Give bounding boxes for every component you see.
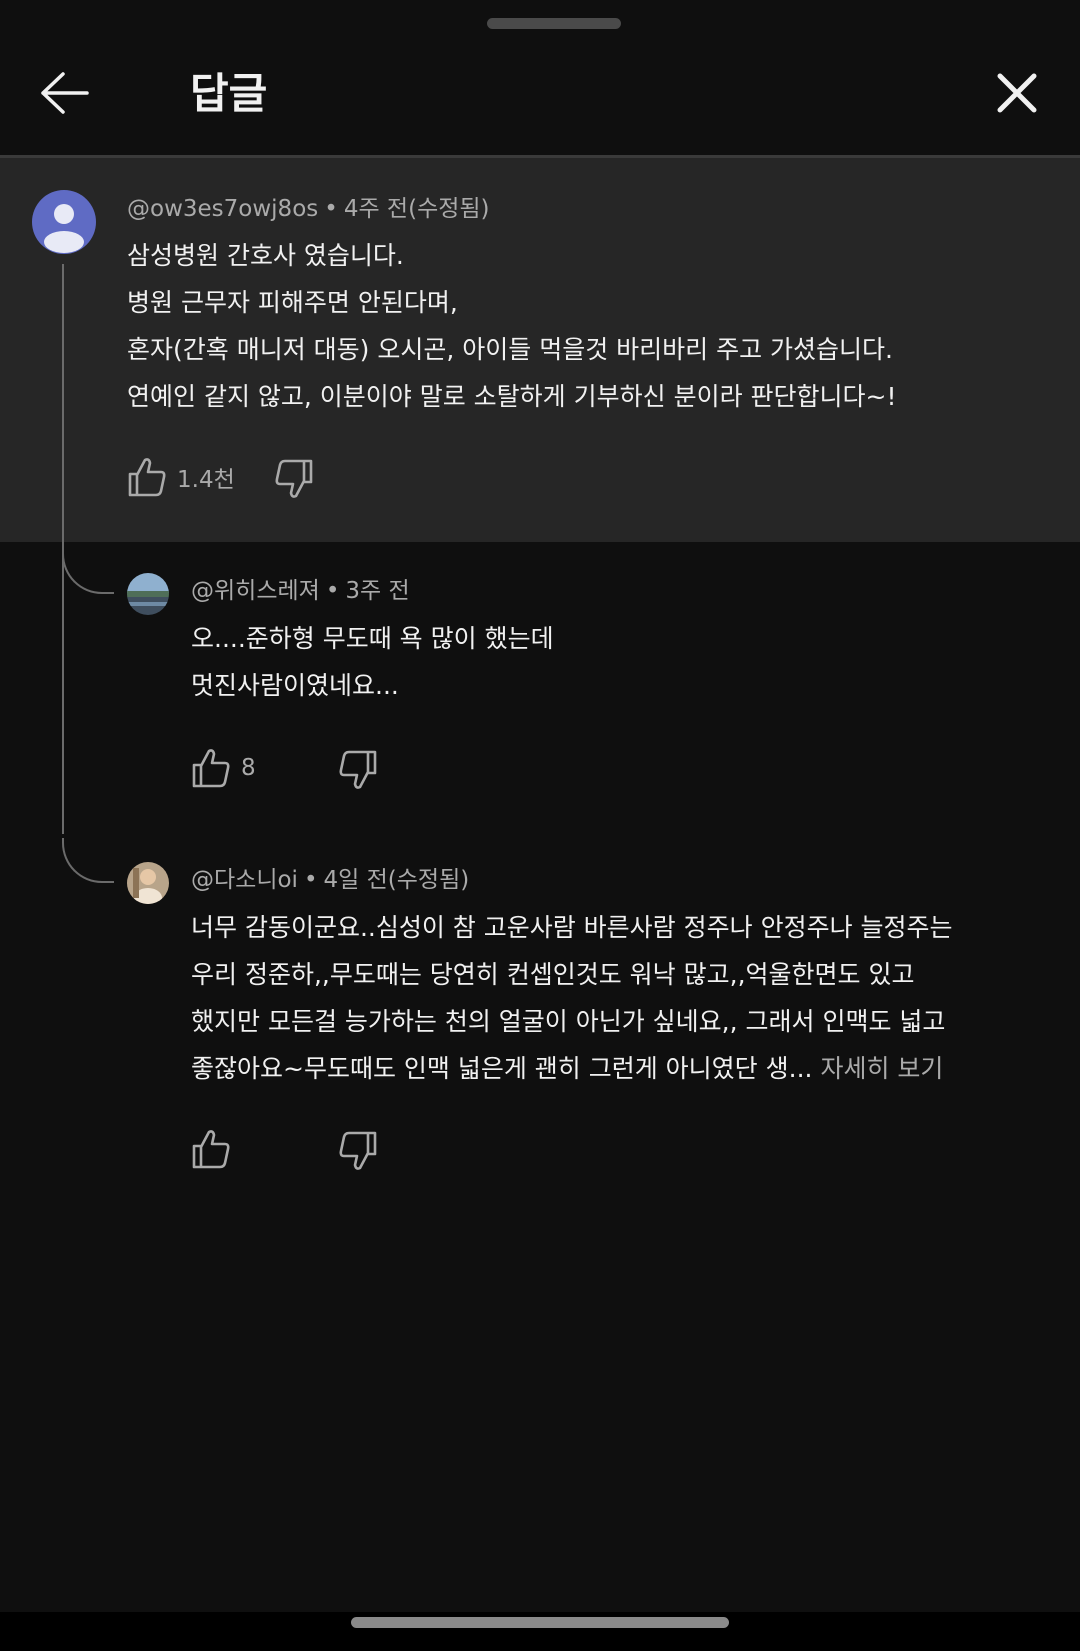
like-count: 8 <box>241 755 256 781</box>
author-handle[interactable]: @위히스레져 <box>191 578 320 604</box>
meta-separator: • <box>325 578 340 604</box>
thumbs-down-icon <box>339 1131 377 1170</box>
comment-meta: @ow3es7owj8os • 4주 전(수정됨) <box>127 194 490 224</box>
landscape-avatar-icon <box>127 573 169 615</box>
arrow-left-icon <box>41 72 89 114</box>
reply-line: 좋잖아요~무도때도 인맥 넓은게 괜히 그런게 아니였단 생... 자세히 보기 <box>191 1045 953 1092</box>
reply-meta: @다소니oi • 4일 전(수정됨) <box>191 865 469 895</box>
comment-line: 병원 근무자 피해주면 안된다며, <box>127 288 458 317</box>
meta-separator: • <box>324 196 338 222</box>
reply-body: 오....준하형 무도때 욕 많이 했는데 멋진사람이였네요... <box>191 615 554 709</box>
reply-line: 멋진사람이였네요... <box>191 671 399 700</box>
reply-time[interactable]: 3주 전 <box>345 578 409 604</box>
thumbs-down-icon <box>339 750 377 789</box>
avatar[interactable] <box>32 190 96 254</box>
avatar[interactable] <box>127 573 169 615</box>
dislike-button[interactable] <box>338 749 378 791</box>
page-title: 답글 <box>190 69 268 118</box>
replies-sheet: 답글 @ow3es7owj8os • 4주 전(수정됨) 삼성병원 간호사 였습니다… <box>0 0 1080 1612</box>
like-count: 1.4천 <box>177 467 235 493</box>
parent-comment: @ow3es7owj8os • 4주 전(수정됨) 삼성병원 간호사 였습니다. 병… <box>0 158 1080 542</box>
close-icon <box>997 73 1037 113</box>
close-button[interactable] <box>987 63 1047 123</box>
comment-time[interactable]: 4주 전(수정됨) <box>344 196 490 222</box>
header: 답글 <box>0 40 1080 156</box>
like-button[interactable]: 1.4천 <box>127 456 235 498</box>
thumbs-up-icon <box>128 458 166 497</box>
thumbs-up-icon <box>192 1130 230 1169</box>
author-handle[interactable]: @다소니oi <box>191 867 298 893</box>
thread-connector <box>62 549 114 594</box>
reply-time[interactable]: 4일 전(수정됨) <box>324 867 470 893</box>
reply-meta: @위히스레져 • 3주 전 <box>191 576 410 606</box>
reply-body: 너무 감동이군요..심성이 참 고운사람 바른사람 정주나 안정주나 늘정주는 … <box>191 904 953 1092</box>
home-indicator[interactable] <box>351 1617 729 1628</box>
like-button[interactable] <box>191 1128 241 1170</box>
thumbs-down-icon <box>275 459 313 498</box>
back-button[interactable] <box>34 63 94 123</box>
reply-line: 오....준하형 무도때 욕 많이 했는데 <box>191 624 554 653</box>
comment-line: 삼성병원 간호사 였습니다. <box>127 241 404 270</box>
comment-line: 혼자(간혹 매니저 대동) 오시곤, 아이들 먹을것 바리바리 주고 가셨습니다… <box>127 335 893 364</box>
default-user-icon <box>44 204 84 253</box>
read-more-link[interactable]: 자세히 보기 <box>820 1054 943 1083</box>
drag-handle[interactable] <box>487 18 621 29</box>
photo-avatar-icon <box>127 862 169 904</box>
comment-line: 연예인 같지 않고, 이분이야 말로 소탈하게 기부하신 분이라 판단합니다~! <box>127 382 897 411</box>
thumbs-up-icon <box>192 749 230 788</box>
comment-body: 삼성병원 간호사 였습니다. 병원 근무자 피해주면 안된다며, 혼자(간혹 매… <box>127 232 897 420</box>
thread-connector <box>62 838 114 883</box>
reply-line-text: 좋잖아요~무도때도 인맥 넓은게 괜히 그런게 아니였단 생... <box>191 1054 813 1083</box>
avatar[interactable] <box>127 862 169 904</box>
like-button[interactable]: 8 <box>191 747 256 789</box>
reply-line: 했지만 모든걸 능가하는 천의 얼굴이 아닌가 싶네요,, 그래서 인맥도 넓고 <box>191 1007 946 1036</box>
reply-line: 너무 감동이군요..심성이 참 고운사람 바른사람 정주나 안정주나 늘정주는 <box>191 913 953 942</box>
meta-separator: • <box>303 867 318 893</box>
reply-line: 우리 정준하,,무도때는 당연히 컨셉인것도 워낙 많고,,억울한면도 있고 <box>191 960 915 989</box>
dislike-button[interactable] <box>338 1130 378 1172</box>
author-handle[interactable]: @ow3es7owj8os <box>127 196 318 222</box>
dislike-button[interactable] <box>274 458 314 500</box>
